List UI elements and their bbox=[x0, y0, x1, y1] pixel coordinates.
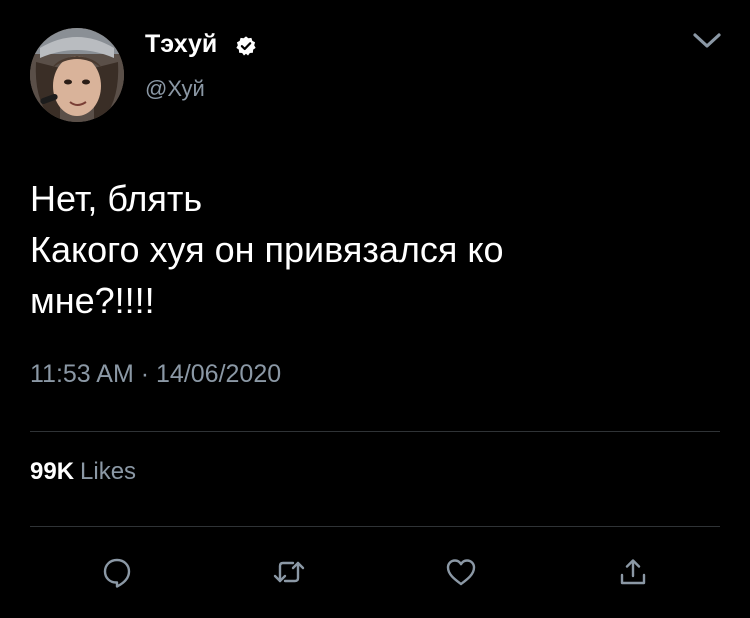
likes-stat[interactable]: 99K Likes bbox=[30, 458, 136, 486]
tweet-timestamp[interactable]: 11:53 AM · 14/06/2020 bbox=[30, 360, 281, 389]
author-handle[interactable]: @Хуй bbox=[145, 76, 205, 102]
tweet-text: Нет, блять Какого хуя он привязался ко м… bbox=[30, 178, 504, 321]
meta-separator: · bbox=[140, 360, 150, 388]
verified-badge-icon bbox=[236, 36, 256, 56]
tweet-date: 14/06/2020 bbox=[156, 360, 282, 388]
likes-count: 99K bbox=[30, 458, 75, 485]
divider bbox=[30, 431, 720, 432]
avatar-image bbox=[30, 28, 124, 122]
author-name[interactable]: Тэхуй bbox=[145, 30, 217, 59]
share-icon bbox=[620, 559, 646, 585]
reply-button[interactable] bbox=[100, 555, 134, 589]
like-icon bbox=[446, 559, 476, 586]
reply-icon bbox=[103, 558, 131, 588]
retweet-icon bbox=[273, 561, 305, 583]
chevron-down-icon[interactable] bbox=[690, 30, 724, 52]
share-button[interactable] bbox=[616, 555, 650, 589]
like-button[interactable] bbox=[444, 555, 478, 589]
likes-label: Likes bbox=[80, 458, 137, 485]
retweet-button[interactable] bbox=[272, 555, 306, 589]
tweet-time: 11:53 AM bbox=[30, 360, 134, 388]
avatar[interactable] bbox=[30, 28, 124, 122]
divider bbox=[30, 526, 720, 527]
